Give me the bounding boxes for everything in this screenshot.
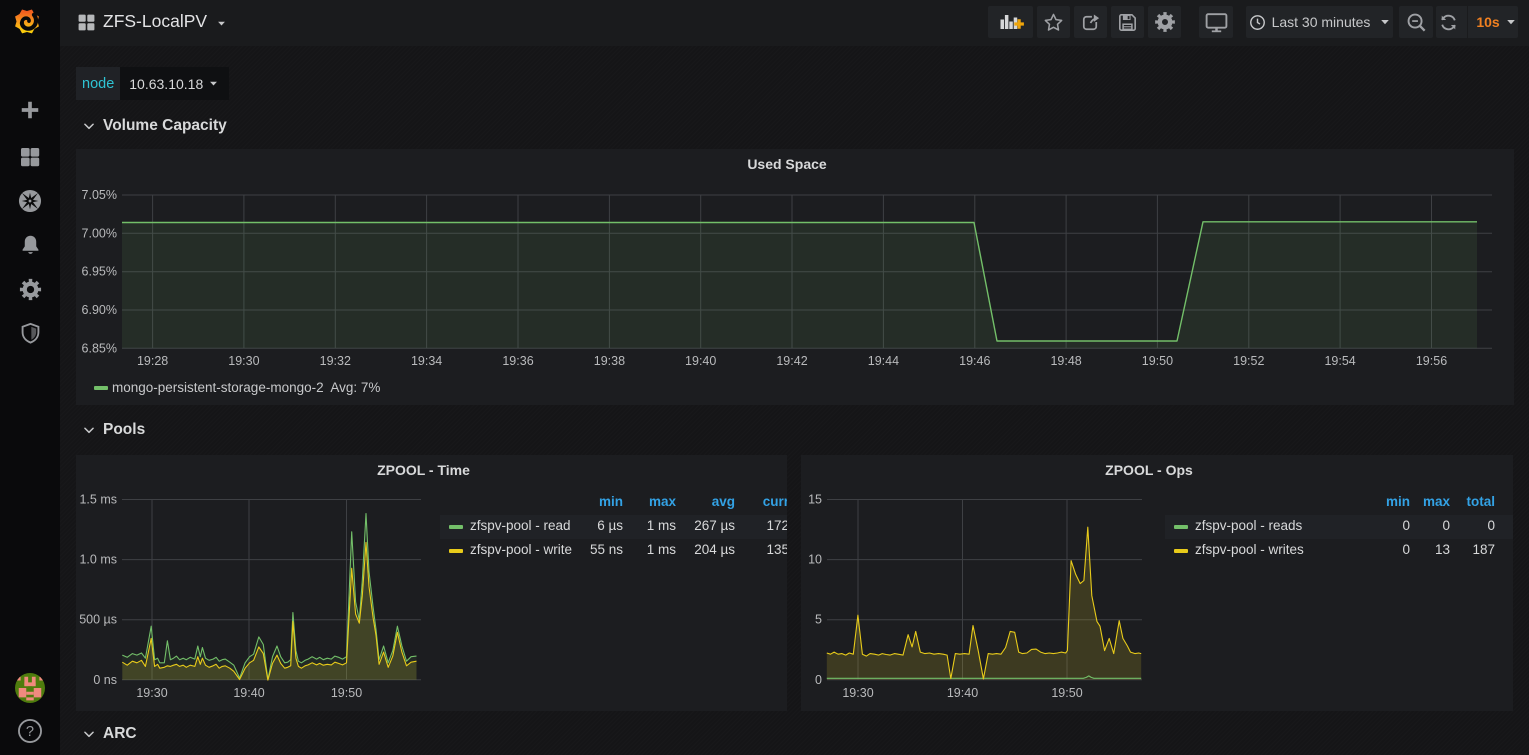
svg-text:5: 5 [815,613,822,627]
svg-text:19:50: 19:50 [331,686,362,700]
svg-text:?: ? [26,724,34,740]
svg-text:6.95%: 6.95% [82,265,117,279]
svg-text:6.90%: 6.90% [82,303,117,317]
svg-text:19:50: 19:50 [1142,354,1173,368]
svg-text:19:40: 19:40 [685,354,716,368]
svg-text:19:56: 19:56 [1416,354,1447,368]
svg-text:19:34: 19:34 [411,354,442,368]
svg-text:19:40: 19:40 [947,686,978,700]
svg-text:19:38: 19:38 [594,354,625,368]
svg-text:19:30: 19:30 [228,354,259,368]
svg-text:1.0 ms: 1.0 ms [79,553,117,567]
svg-text:19:44: 19:44 [868,354,899,368]
svg-text:19:30: 19:30 [842,686,873,700]
svg-text:19:52: 19:52 [1233,354,1264,368]
svg-text:19:50: 19:50 [1051,686,1082,700]
svg-text:19:30: 19:30 [136,686,167,700]
svg-text:19:36: 19:36 [502,354,533,368]
svg-text:19:32: 19:32 [320,354,351,368]
svg-text:15: 15 [808,493,822,507]
svg-text:19:46: 19:46 [959,354,990,368]
svg-text:6.85%: 6.85% [82,341,117,355]
svg-text:0 ns: 0 ns [93,673,117,687]
svg-text:0: 0 [815,673,822,687]
svg-text:19:42: 19:42 [776,354,807,368]
svg-text:7.05%: 7.05% [82,188,117,202]
svg-text:7.00%: 7.00% [82,226,117,240]
svg-text:19:28: 19:28 [137,354,168,368]
svg-text:19:40: 19:40 [233,686,264,700]
svg-text:500 µs: 500 µs [79,613,117,627]
svg-text:19:48: 19:48 [1050,354,1081,368]
svg-text:1.5 ms: 1.5 ms [79,493,117,507]
svg-text:10: 10 [808,553,822,567]
svg-text:19:54: 19:54 [1324,354,1355,368]
